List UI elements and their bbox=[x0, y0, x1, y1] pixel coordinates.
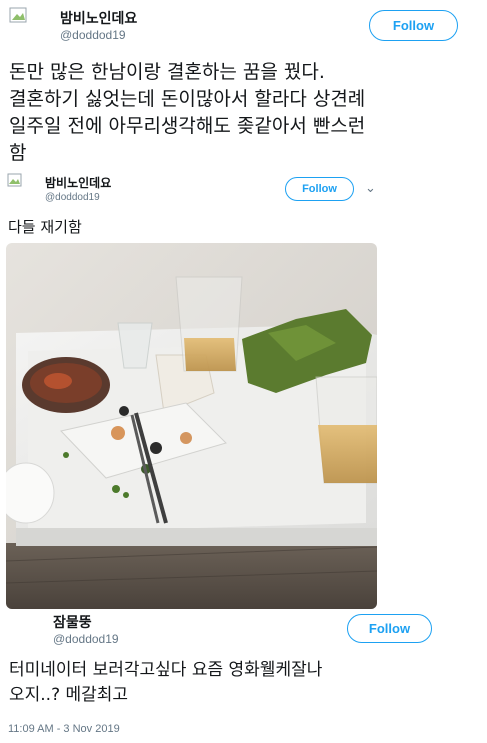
follow-button[interactable]: Follow bbox=[369, 10, 458, 41]
tweet-text: 터미네이터 보러각고싶다 요즘 영화웰케잘나 오지..? 메갈최고 bbox=[9, 658, 322, 708]
tweet-text-line: 오지..? 메갈최고 bbox=[9, 685, 129, 705]
user-handle[interactable]: @doddod19 bbox=[45, 192, 100, 203]
tweet-text: 다들 재기함 bbox=[8, 218, 82, 236]
tweet-text-line: 돈만 많은 한남이랑 결혼하는 꿈을 꿨다. bbox=[9, 61, 325, 83]
avatar[interactable] bbox=[8, 612, 50, 654]
tweet-text-line: 터미네이터 보러각고싶다 요즘 영화웰케잘나 bbox=[9, 660, 323, 680]
tweet-text-line: 결혼하기 싫엇는데 돈이많아서 할라다 상견례 bbox=[9, 88, 366, 110]
tray-food-image bbox=[6, 243, 377, 609]
tweet-photo[interactable] bbox=[6, 243, 377, 609]
display-name[interactable]: 밤비노인데요 bbox=[45, 174, 111, 191]
display-name[interactable]: 잠물뚱 bbox=[53, 612, 92, 632]
tweet-text-line: 함 bbox=[9, 142, 27, 164]
chevron-down-icon[interactable]: ⌄ bbox=[365, 181, 376, 196]
tweet-text: 돈만 많은 한남이랑 결혼하는 꿈을 꿨다. 결혼하기 싫엇는데 돈이많아서 할… bbox=[9, 59, 365, 167]
avatar[interactable] bbox=[6, 172, 42, 208]
tweet-text-line: 일주일 전에 아무리생각해도 좆같아서 빤스런 bbox=[9, 115, 366, 137]
follow-button[interactable]: Follow bbox=[285, 177, 354, 201]
display-name[interactable]: 밤비노인데요 bbox=[60, 8, 137, 28]
broken-image-icon bbox=[9, 7, 27, 23]
broken-image-icon bbox=[7, 173, 22, 187]
follow-button[interactable]: Follow bbox=[347, 614, 432, 643]
user-handle[interactable]: @doddod19 bbox=[53, 632, 119, 646]
user-handle[interactable]: @doddod19 bbox=[60, 28, 126, 42]
avatar[interactable] bbox=[8, 6, 50, 48]
timestamp[interactable]: 11:09 AM - 3 Nov 2019 bbox=[8, 723, 120, 735]
